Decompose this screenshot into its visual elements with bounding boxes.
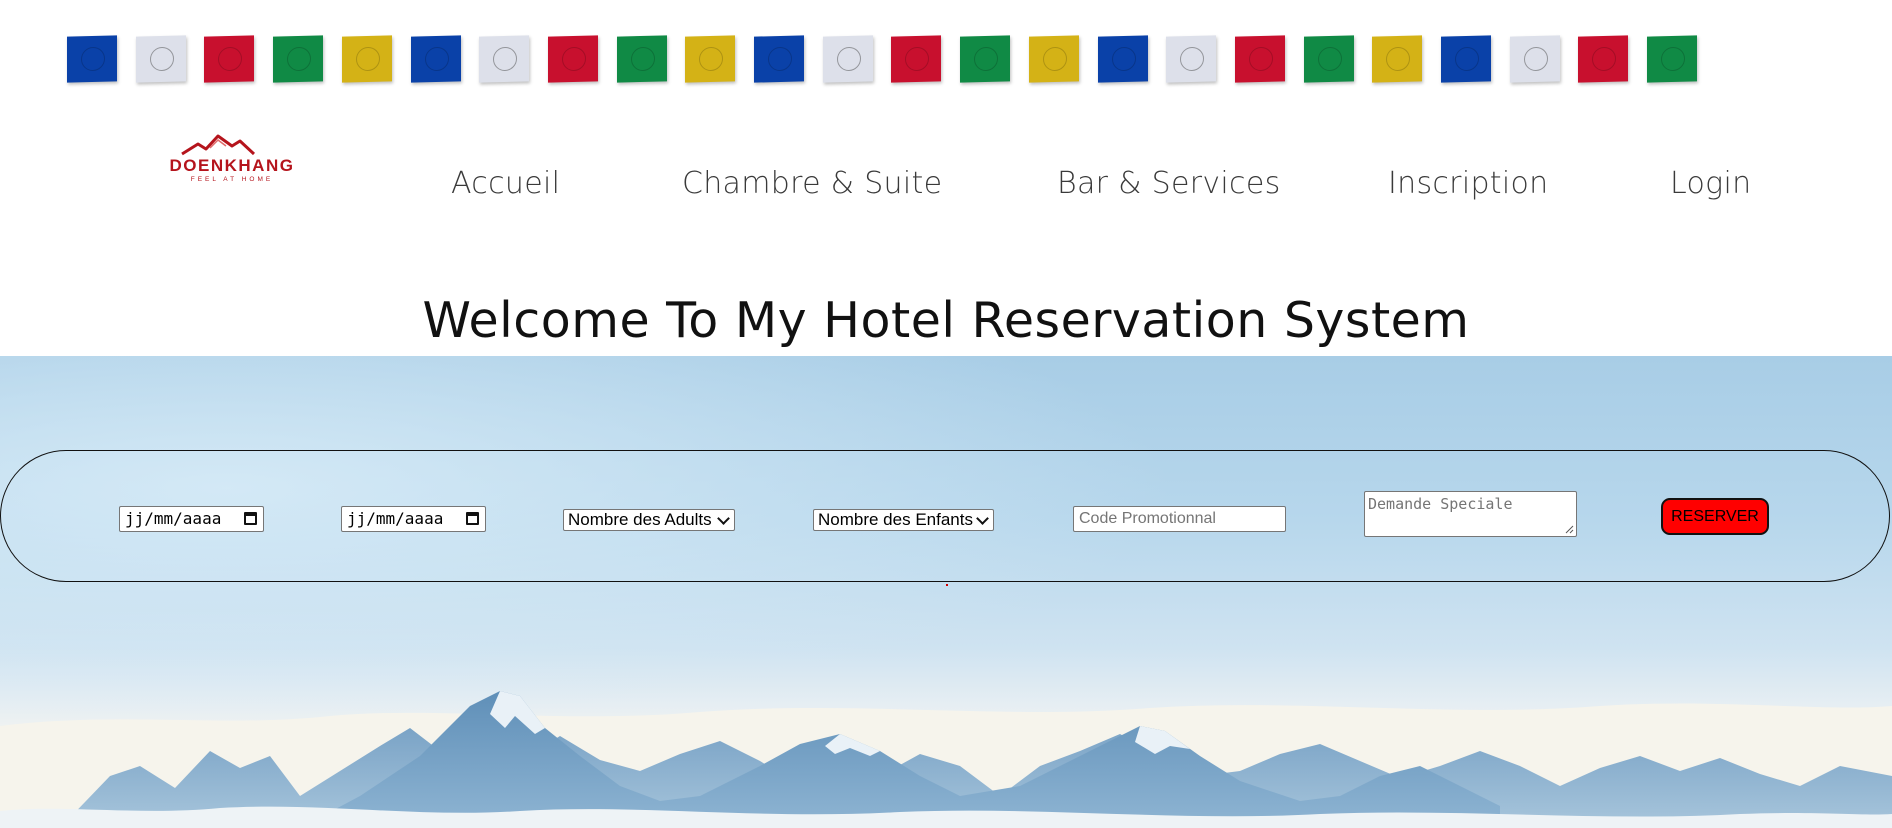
resize-handle-icon[interactable]	[1565, 525, 1574, 534]
prayer-flag-white	[136, 35, 186, 83]
prayer-flag-green	[1304, 35, 1354, 83]
prayer-flag-red	[204, 35, 254, 83]
prayer-flag-green	[617, 35, 667, 83]
children-select-value: Nombre des Enfants	[818, 510, 973, 529]
logo-name: DOENKHANG	[169, 156, 295, 175]
prayer-flag-yellow	[685, 35, 735, 83]
prayer-flag-white	[823, 35, 873, 83]
checkin-date-placeholder: jj/mm/aaaa	[125, 509, 222, 528]
prayer-flag-green	[1647, 35, 1697, 83]
prayer-flag-white	[479, 35, 529, 83]
promo-code-input[interactable]: Code Promotionnal	[1073, 506, 1286, 532]
prayer-flag-yellow	[1372, 35, 1422, 83]
prayer-flag-blue	[1441, 35, 1491, 83]
hero-mountain-image	[0, 356, 1892, 828]
calendar-icon[interactable]	[466, 512, 479, 525]
adults-select[interactable]: Nombre des Adults	[563, 509, 735, 531]
prayer-flag-red	[548, 35, 598, 83]
nav-accueil[interactable]: Accueil	[451, 166, 560, 201]
children-select[interactable]: Nombre des Enfants	[813, 509, 994, 531]
prayer-flag-blue	[411, 35, 461, 83]
prayer-flag-yellow	[342, 35, 392, 83]
checkin-date-input[interactable]: jj/mm/aaaa	[119, 506, 264, 532]
nav-chambre-suite[interactable]: Chambre & Suite	[682, 166, 942, 201]
nav-login[interactable]: Login	[1670, 166, 1751, 201]
reserve-button[interactable]: RESERVER	[1661, 498, 1769, 535]
adults-select-value: Nombre des Adults	[568, 510, 712, 529]
nav-inscription[interactable]: Inscription	[1388, 166, 1548, 201]
special-request-placeholder: Demande Speciale	[1368, 495, 1513, 513]
prayer-flag-white	[1166, 35, 1216, 83]
prayer-flag-red	[891, 35, 941, 83]
prayer-flag-blue	[754, 35, 804, 83]
checkout-date-input[interactable]: jj/mm/aaaa	[341, 506, 486, 532]
prayer-flag-green	[273, 35, 323, 83]
chevron-down-icon	[717, 512, 730, 525]
logo-tagline: FEEL AT HOME	[190, 176, 274, 183]
prayer-flag-yellow	[1029, 35, 1079, 83]
logo[interactable]: DOENKHANG FEEL AT HOME	[152, 134, 312, 190]
decorative-dot	[946, 584, 948, 586]
nav-bar-services[interactable]: Bar & Services	[1057, 166, 1281, 201]
checkout-date-placeholder: jj/mm/aaaa	[347, 509, 444, 528]
prayer-flag-green	[960, 35, 1010, 83]
page-title: Welcome To My Hotel Reservation System	[422, 292, 1470, 349]
chevron-down-icon	[976, 512, 989, 525]
prayer-flag-red	[1578, 35, 1628, 83]
prayer-flag-red	[1235, 35, 1285, 83]
prayer-flag-blue	[67, 35, 117, 83]
promo-code-placeholder: Code Promotionnal	[1079, 510, 1216, 527]
prayer-flag-white	[1510, 35, 1560, 83]
prayer-flag-blue	[1098, 35, 1148, 83]
special-request-textarea[interactable]: Demande Speciale	[1364, 491, 1577, 537]
mountain-landscape-image	[0, 356, 1892, 828]
calendar-icon[interactable]	[244, 512, 257, 525]
